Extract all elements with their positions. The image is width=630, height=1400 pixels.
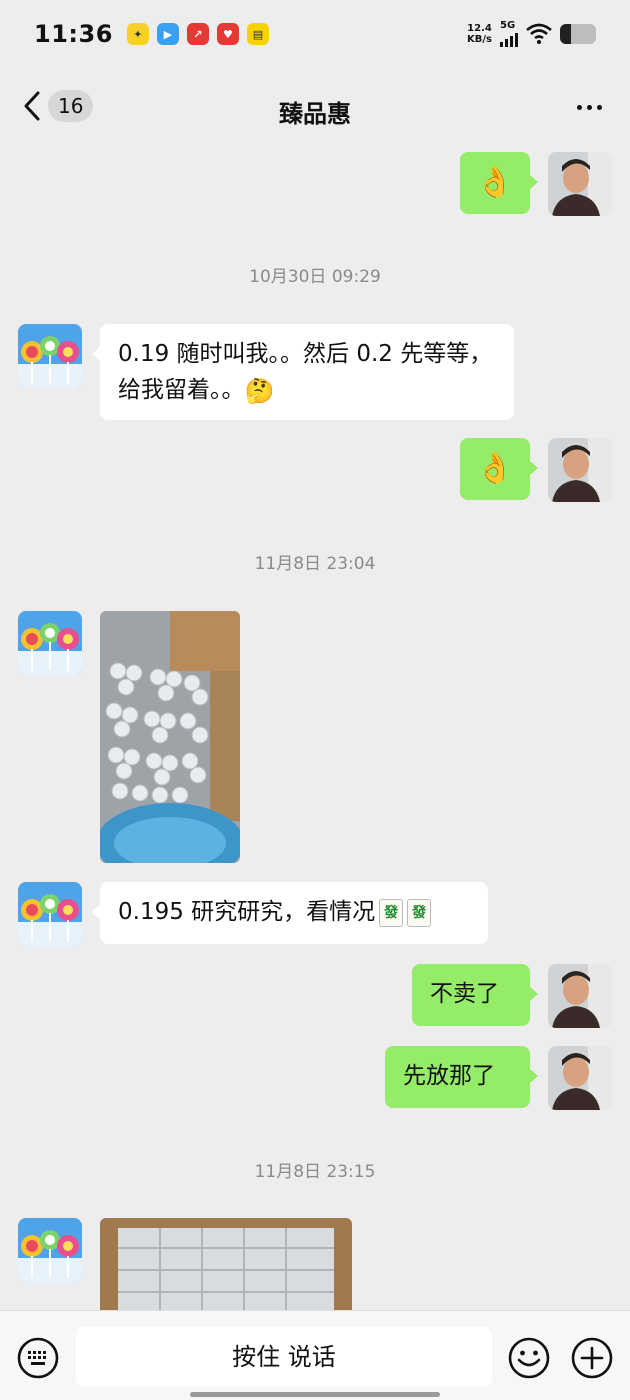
image-message[interactable] — [100, 1218, 352, 1310]
net-speed-value: 12.4 — [467, 23, 492, 34]
message-bubble[interactable]: 0.195 研究研究，看情况發發 — [92, 882, 488, 944]
self-avatar[interactable] — [548, 964, 612, 1028]
message-row: 👌 — [0, 438, 630, 502]
message-row: 先放那了 — [0, 1046, 630, 1110]
status-bar: 11:36 ✦ ▶ ↗ ♥ ▤ 12.4 KB/s 5G — [0, 0, 630, 68]
message-row: 0.19 随时叫我。。然后 0.2 先等等，给我留着。。🤔 — [0, 324, 630, 420]
message-bubble[interactable]: 0.19 随时叫我。。然后 0.2 先等等，给我留着。。🤔 — [92, 324, 514, 420]
timestamp: 11月8日 23:15 — [254, 1162, 376, 1182]
self-avatar[interactable] — [548, 152, 612, 216]
app-notification-icon: ✦ — [126, 23, 149, 45]
cellular-signal-icon: 5G — [500, 21, 518, 47]
message-bubble[interactable]: 先放那了 — [385, 1046, 538, 1108]
home-indicator[interactable] — [190, 1392, 440, 1397]
message-bubble[interactable]: 👌 — [460, 438, 538, 500]
emoji-icon[interactable] — [507, 1336, 551, 1380]
more-options-button[interactable] — [577, 105, 602, 110]
chat-header: 16 臻品惠 — [0, 72, 630, 144]
contact-avatar[interactable] — [18, 882, 82, 946]
notification-icons: ✦ ▶ ↗ ♥ ▤ — [126, 23, 269, 45]
message-row: 0.195 研究研究，看情况發發 — [0, 882, 630, 946]
input-bar: 按住 说话 — [0, 1310, 630, 1400]
message-row: 👌 — [0, 152, 630, 216]
message-bubble[interactable]: 不卖了 — [412, 964, 538, 1026]
network-type: 5G — [500, 20, 516, 31]
battery-icon — [560, 24, 596, 44]
mahjong-fa-icon: 發 — [379, 898, 404, 927]
message-row — [0, 1218, 630, 1310]
contact-avatar[interactable] — [18, 1218, 82, 1282]
message-bubble[interactable]: 👌 — [460, 152, 538, 214]
net-speed: 12.4 KB/s — [467, 23, 492, 45]
video-app-icon: ▶ — [156, 23, 179, 45]
timestamp: 10月30日 09:29 — [249, 267, 381, 287]
reading-app-icon: ▤ — [246, 23, 269, 45]
stock-app-icon: ↗ — [186, 23, 209, 45]
thinking-emoji: 🤔 — [244, 376, 275, 405]
image-message[interactable] — [100, 611, 240, 863]
timestamp: 11月8日 23:04 — [254, 554, 376, 574]
wifi-icon — [526, 23, 552, 44]
message-text: 0.19 随时叫我。。然后 0.2 先等等，给我留着。。 — [118, 341, 493, 403]
more-dots-icon — [577, 105, 582, 110]
contact-avatar[interactable] — [18, 324, 82, 388]
chat-title: 臻品惠 — [279, 100, 351, 128]
status-time: 11:36 — [34, 20, 113, 48]
plus-icon[interactable] — [570, 1336, 614, 1380]
message-list[interactable]: 👌 10月30日 09:29 0.19 随时叫我。。然后 0.2 先等等，给我留… — [0, 144, 630, 1310]
self-avatar[interactable] — [548, 438, 612, 502]
net-speed-unit: KB/s — [467, 34, 492, 45]
contact-avatar[interactable] — [18, 611, 82, 675]
keyboard-icon[interactable] — [16, 1336, 60, 1380]
shopping-app-icon: ♥ — [216, 23, 239, 45]
message-row — [0, 611, 630, 863]
self-avatar[interactable] — [548, 1046, 612, 1110]
mahjong-fa-icon: 發 — [407, 898, 432, 927]
hold-to-talk-button[interactable]: 按住 说话 — [76, 1327, 492, 1387]
message-row: 不卖了 — [0, 964, 630, 1028]
message-text: 0.195 研究研究，看情况 — [118, 899, 376, 925]
